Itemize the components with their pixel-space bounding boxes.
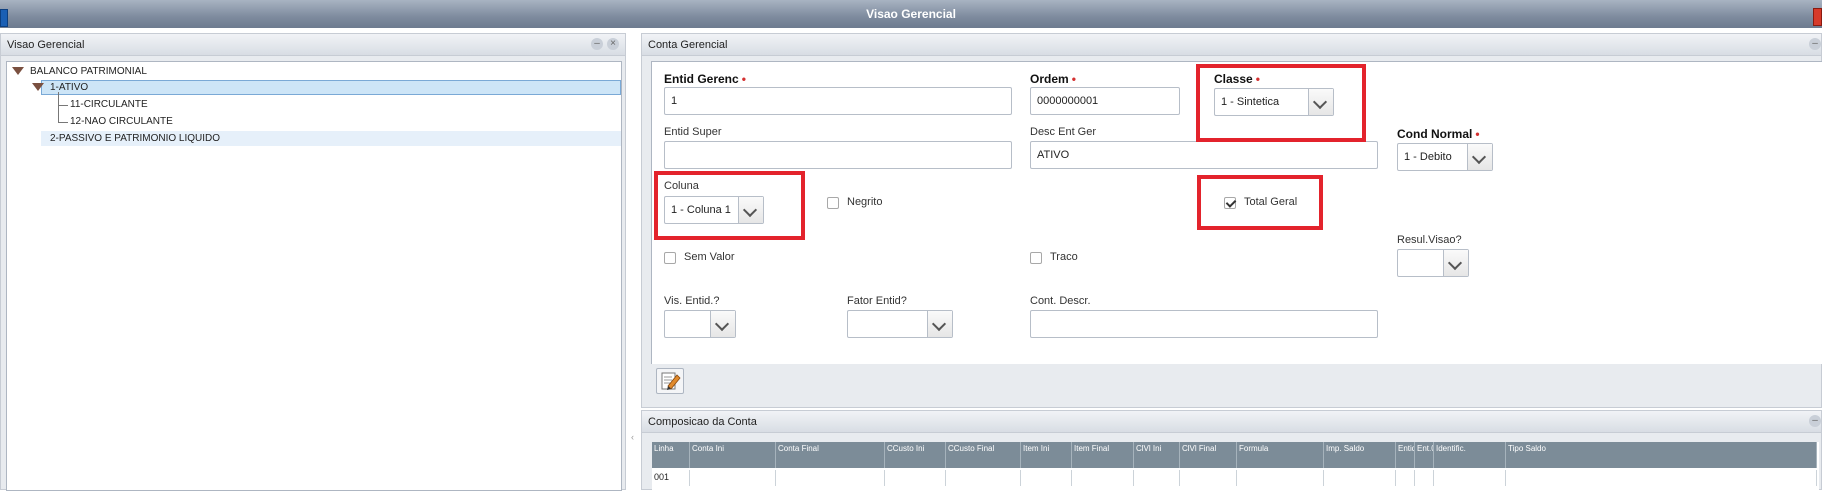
grid-cell[interactable] [690,470,776,486]
form-area: Entid Gerenc • 1 Ordem • 0000000001 Classe… [651,61,1822,364]
grid-header-cell[interactable]: Linha [652,442,690,468]
negrito-checkbox[interactable] [827,197,839,209]
grid-cell[interactable] [776,470,885,486]
highlight-box-coluna [654,171,805,240]
grid-header-cell[interactable]: ClVl Ini [1134,442,1180,468]
traco-checkbox[interactable] [1030,252,1042,264]
chevron-down-icon[interactable] [710,311,735,337]
entid-gerenc-label: Entid Gerenc • [664,72,746,86]
highlight-box-total-geral [1197,175,1323,230]
chevron-down-icon[interactable] [1467,144,1492,170]
expand-triangle-icon[interactable] [12,67,24,76]
edit-button[interactable] [656,368,684,394]
grid-cell[interactable] [1415,470,1434,486]
panel-header: Composicao da Conta [642,411,1821,433]
window-title: Visao Gerencial [866,7,956,21]
grid-header-cell[interactable]: CCusto Final [946,442,1021,468]
cont-descr-input[interactable] [1030,310,1378,338]
grid-cell[interactable] [1021,470,1072,486]
highlight-box-classe [1196,64,1366,142]
negrito-label: Negrito [847,196,883,208]
grid-cell[interactable] [1396,470,1415,486]
minimize-icon[interactable]: – [591,38,603,50]
grid-cell[interactable] [1134,470,1180,486]
grid-cell[interactable] [1237,470,1324,486]
vis-entid-select[interactable] [664,310,736,338]
grid-header-cell[interactable]: Entid [1396,442,1415,468]
close-icon[interactable]: × [607,38,619,50]
grid-header-cell[interactable]: Formula [1237,442,1324,468]
fator-entid-label: Fator Entid? [847,295,907,307]
vis-entid-label: Vis. Entid.? [664,295,720,307]
desc-ent-ger-label: Desc Ent Ger [1030,126,1097,138]
grid-header-cell[interactable]: Item Ini [1021,442,1072,468]
grid-header-cell[interactable]: Imp. Saldo [1324,442,1396,468]
panel-header: Visao Gerencial [1,34,625,56]
tree-node-ativo[interactable]: 1-ATIVO [32,82,88,93]
tree-connector [58,122,68,123]
grid-header-cell[interactable]: Ent.0 [1415,442,1434,468]
grid-header-cell[interactable]: Tipo Saldo [1506,442,1817,468]
grid-cell[interactable] [1434,470,1506,486]
traco-label: Traco [1050,251,1078,263]
window-titlebar: Visao Gerencial [0,0,1822,28]
panel-title: Composicao da Conta [648,416,757,428]
sem-valor-label: Sem Valor [684,251,735,263]
grid-header-cell[interactable]: CCusto Ini [885,442,946,468]
desc-ent-ger-input[interactable]: ATIVO [1030,141,1378,169]
app-icon [0,9,8,27]
tree-node-balanco[interactable]: BALANCO PATRIMONIAL [12,66,147,77]
chevron-down-icon[interactable] [1443,250,1468,276]
minimize-icon[interactable]: – [1809,38,1821,50]
grid-cell[interactable] [1324,470,1396,486]
tree-node-passivo[interactable]: 2-PASSIVO E PATRIMONIO LIQUIDO [50,133,220,144]
tree-node-nao-circulante[interactable]: 12-NAO CIRCULANTE [70,116,173,127]
ordem-label: Ordem • [1030,72,1076,86]
grid-cell[interactable] [1180,470,1237,486]
panel-title: Visao Gerencial [7,39,85,51]
minimize-icon[interactable]: – [1809,415,1821,427]
tree-node-circulante[interactable]: 11-CIRCULANTE [70,99,148,110]
fator-entid-select[interactable] [847,310,953,338]
edit-icon [661,372,681,390]
grid-cell[interactable] [1506,470,1817,486]
tree-connector [58,92,59,122]
grid-cell[interactable] [885,470,946,486]
ordem-input[interactable]: 0000000001 [1030,87,1180,115]
close-window-button[interactable] [1813,8,1822,26]
collapse-arrow-icon[interactable]: ‹ [631,432,634,442]
grid-cell-linha[interactable]: 001 [652,470,690,486]
grid-header-cell[interactable]: Conta Ini [690,442,776,468]
composicao-grid: Linha Conta Ini Conta Final CCusto Ini C… [652,442,1819,490]
grid-cell[interactable] [1072,470,1134,486]
grid-header-cell[interactable]: Identific. [1434,442,1506,468]
resul-visao-select[interactable] [1397,249,1469,277]
grid-header-cell[interactable]: Conta Final [776,442,885,468]
grid-header-cell[interactable]: ClVl Final [1180,442,1237,468]
resul-visao-label: Resul.Visao? [1397,234,1462,246]
entid-super-label: Entid Super [664,126,722,138]
sem-valor-checkbox[interactable] [664,252,676,264]
chevron-down-icon[interactable] [927,311,952,337]
cont-descr-label: Cont. Descr. [1030,295,1091,307]
tree-selection-highlight [41,80,621,95]
grid-header-cell[interactable]: Item Final [1072,442,1134,468]
grid-cell[interactable] [946,470,1021,486]
cond-normal-label: Cond Normal • [1397,127,1480,141]
expand-triangle-icon[interactable] [32,83,44,92]
panel-title: Conta Gerencial [648,39,728,51]
panel-header: Conta Gerencial [642,34,1821,56]
cond-normal-select[interactable]: 1 - Debito [1397,143,1493,171]
grid-header: Linha Conta Ini Conta Final CCusto Ini C… [652,442,1817,468]
entid-gerenc-input[interactable]: 1 [664,87,1012,115]
tree-connector [58,105,68,106]
entid-super-input[interactable] [664,141,1012,169]
